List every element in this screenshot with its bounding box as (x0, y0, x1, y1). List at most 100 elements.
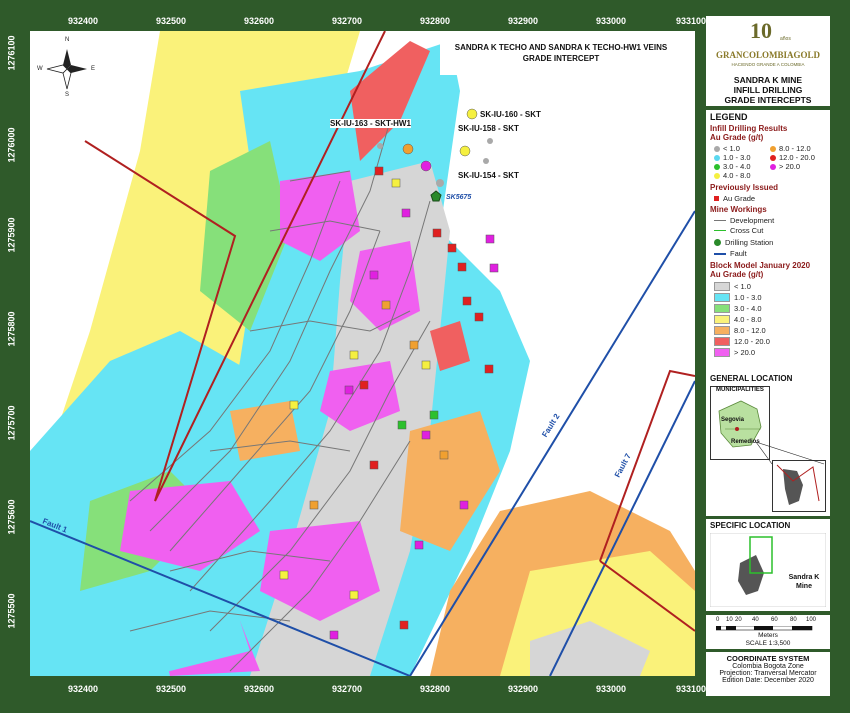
intercept-dot (402, 143, 414, 155)
legend-item-label: > 20.0 (779, 162, 801, 171)
scale-tick: 80 (790, 617, 797, 623)
x-tick: 932900 (508, 684, 539, 694)
scale-tick: 100 (806, 617, 817, 623)
x-tick: 933000 (596, 684, 627, 694)
legend-item-label: 1.0 - 3.0 (734, 293, 762, 302)
legend-fault: Fault (714, 249, 747, 258)
square-icon (714, 196, 719, 201)
legend-panel: LEGEND Infill Drilling Results Au Grade … (706, 110, 830, 372)
legend-workings-title: Mine Workings (710, 205, 767, 214)
legend-item-label: < 1.0 (734, 282, 751, 291)
grade-dot-icon (770, 154, 776, 161)
legend-block-sub: Au Grade (g/t) (710, 270, 764, 279)
legend-item-label: 8.0 - 12.0 (779, 144, 811, 153)
x-tick: 932500 (156, 684, 187, 694)
logo-years-sub: años (780, 36, 791, 42)
x-tick: 932600 (244, 16, 275, 26)
legend-prev-item: Au Grade (714, 194, 755, 203)
compass-e: E (91, 66, 96, 72)
logo-years-number: 10 (750, 18, 772, 43)
heading-line1: SANDRA K MINE (733, 75, 803, 85)
legend-item-label: Fault (730, 249, 747, 258)
coords-line2: Projection: Tranversal Mercator (719, 670, 817, 677)
legend-block-item: 1.0 - 3.0 (714, 293, 762, 302)
legend-item-label: 12.0 - 20.0 (734, 337, 770, 346)
scale-tick: 20 (735, 617, 742, 623)
scale-unit: Meters (758, 632, 778, 639)
coords-line1: Colombia Bogota Zone (732, 663, 804, 670)
grade-dot-icon (714, 154, 720, 161)
swatch-icon (714, 326, 730, 335)
label-sk-iu-154: SK-IU-154 - SKT (458, 171, 519, 180)
intercept-dot (436, 179, 444, 187)
map-canvas[interactable]: SANDRA K TECHO AND SANDRA K TECHO-HW1 VE… (30, 31, 695, 676)
x-tick: 932400 (68, 684, 99, 694)
logo-panel: 10 años GRANCOLOMBIAGOLD HACIENDO GRANDE… (706, 16, 830, 74)
label-sk-iu-158: SK-IU-158 - SKT (458, 124, 519, 133)
x-tick: 932900 (508, 16, 539, 26)
legend-crosscut: Cross Cut (714, 226, 763, 235)
legend-item-label: 12.0 - 20.0 (779, 153, 815, 162)
heading-line3: GRADE INTERCEPTS (724, 95, 812, 105)
x-tick: 933100 (676, 16, 707, 26)
legend-infill-item: 1.0 - 3.0 (714, 153, 751, 162)
grade-dot-icon (714, 145, 720, 152)
map-title-line2: GRADE INTERCEPT (522, 54, 600, 63)
y-tick: 1275600 (6, 499, 17, 535)
intercept-dot (487, 138, 493, 144)
x-tick: 932800 (420, 16, 451, 26)
line-icon (714, 230, 726, 231)
legend-item-label: 4.0 - 8.0 (723, 171, 751, 180)
side-panel: 10 años GRANCOLOMBIAGOLD HACIENDO GRANDE… (706, 11, 830, 702)
legend-item-label: 4.0 - 8.0 (734, 315, 762, 324)
x-tick: 932800 (420, 684, 451, 694)
legend-block-item: 4.0 - 8.0 (714, 315, 762, 324)
intercept-dot (483, 158, 489, 164)
legend-infill-item: 3.0 - 4.0 (714, 162, 751, 171)
mine-label: Sandra K Mine (788, 574, 820, 590)
legend-block-item: 3.0 - 4.0 (714, 304, 762, 313)
label-sk-iu-160: SK-IU-160 - SKT (480, 110, 541, 119)
legend-drilling-station: Drilling Station (714, 238, 773, 247)
intercept-dot (459, 145, 471, 157)
intercept-dot (377, 143, 383, 149)
legend-item-label: < 1.0 (723, 144, 740, 153)
compass-s: S (65, 92, 70, 98)
general-location-panel: GENERAL LOCATION MUNICIPALITIES Segovia … (706, 372, 830, 516)
legend-block-item: > 20.0 (714, 348, 755, 357)
heading-panel: SANDRA K MINE INFILL DRILLING GRADE INTE… (706, 74, 830, 106)
heading-line2: INFILL DRILLING (733, 85, 803, 95)
swatch-icon (714, 348, 730, 357)
legend-item-label: Development (730, 216, 775, 225)
legend-infill-item: 12.0 - 20.0 (770, 153, 815, 162)
legend-development: Development (714, 216, 774, 225)
legend-item-label: Drilling Station (725, 238, 774, 247)
scale-bar (716, 626, 813, 631)
specific-location-panel: SPECIFIC LOCATION Sandra K Mine (706, 519, 830, 611)
x-tick: 932600 (244, 684, 275, 694)
y-tick: 1276100 (6, 35, 17, 71)
specific-location-graphic (710, 533, 826, 607)
legend-infill-item: < 1.0 (714, 144, 740, 153)
intercept-dot (466, 108, 478, 120)
scale-tick: 60 (771, 617, 778, 623)
legend-title: LEGEND (710, 112, 748, 122)
map-title-line1: SANDRA K TECHO AND SANDRA K TECHO-HW1 VE… (454, 43, 668, 52)
label-sk-iu-163: SK-IU-163 - SKT-HW1 (330, 119, 411, 128)
swatch-icon (714, 315, 730, 324)
swatch-icon (714, 282, 730, 291)
intercept-dot (420, 160, 432, 172)
inset-connector (755, 441, 825, 465)
x-tick: 933000 (596, 16, 627, 26)
legend-block-item: 8.0 - 12.0 (714, 326, 766, 335)
legend-item-label: Au Grade (723, 194, 756, 203)
x-tick: 932500 (156, 16, 187, 26)
station-icon (714, 239, 721, 246)
y-tick: 1275500 (6, 593, 17, 629)
swatch-icon (714, 337, 730, 346)
y-tick: 1275700 (6, 405, 17, 441)
x-tick: 932400 (68, 16, 99, 26)
swatch-icon (714, 304, 730, 313)
y-tick: 1275800 (6, 311, 17, 347)
compass-w: W (37, 66, 43, 72)
